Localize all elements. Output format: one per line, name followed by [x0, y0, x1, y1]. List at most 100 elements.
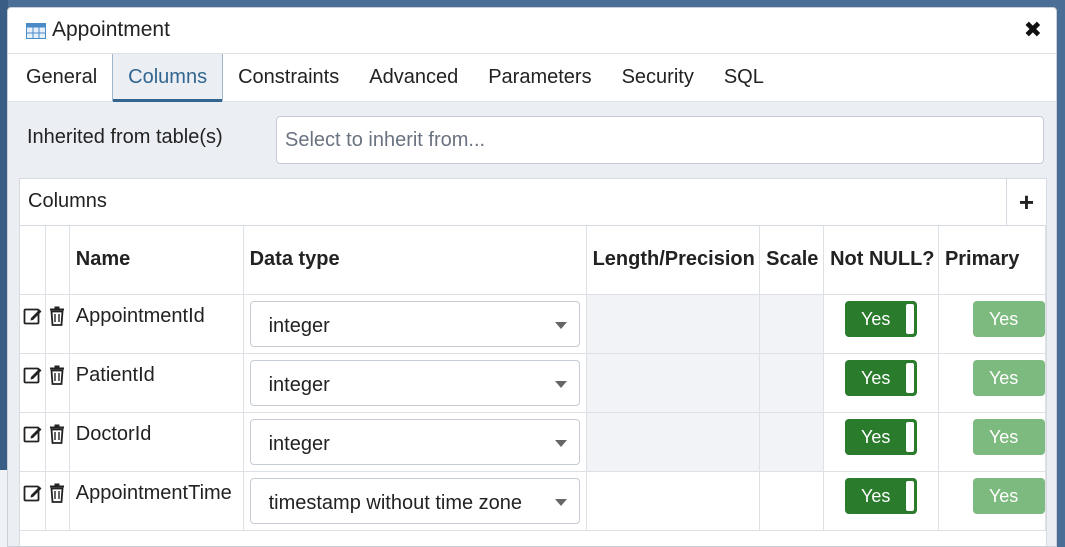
data-type-select[interactable]: timestamp without time zone [249, 477, 580, 524]
data-type-cell: timestamp without time zone [243, 471, 587, 531]
not-null-cell: Yes [823, 353, 939, 413]
length-cell[interactable] [586, 471, 761, 531]
inherit-select[interactable]: Select to inherit from... [276, 116, 1044, 164]
data-type-cell: integer [243, 294, 587, 354]
primary-label: Yes [988, 308, 1019, 329]
edit-icon[interactable] [23, 365, 43, 385]
primary-cell: Yes [938, 412, 1047, 472]
grid-header: Columns + [20, 179, 1046, 226]
tab-advanced[interactable]: Advanced [354, 54, 473, 101]
length-cell[interactable] [586, 294, 761, 354]
table-row: PatientId integer Yes Yes [20, 353, 1047, 413]
not-null-cell: Yes [823, 471, 939, 531]
caret-down-icon [554, 380, 567, 388]
primary-label: Yes [988, 367, 1019, 388]
not-null-cell: Yes [823, 294, 939, 354]
data-type-cell: integer [243, 412, 587, 472]
length-cell[interactable] [586, 412, 761, 472]
not-null-toggle[interactable]: Yes [845, 477, 918, 514]
length-cell[interactable] [586, 353, 761, 413]
scale-cell[interactable] [759, 353, 825, 413]
not-null-toggle[interactable]: Yes [845, 418, 918, 455]
delete-cell [45, 412, 70, 472]
data-type-select[interactable]: integer [249, 359, 580, 406]
header-delete [45, 226, 70, 295]
table-icon [26, 23, 46, 39]
tab-security[interactable]: Security [607, 54, 709, 101]
inherit-row: Inherited from table(s) Select to inheri… [8, 116, 1056, 176]
edit-cell [20, 353, 46, 413]
delete-cell [45, 471, 70, 531]
column-name: AppointmentId [69, 294, 244, 354]
header-length[interactable]: Length/Precision [586, 226, 761, 295]
primary-cell: Yes [938, 471, 1047, 531]
data-type-value: integer [268, 314, 330, 337]
dialog-titlebar: Appointment ✖ [8, 8, 1056, 54]
toggle-knob [906, 303, 915, 334]
appointment-dialog: Appointment ✖ General Columns Constraint… [7, 7, 1057, 547]
column-name-text: PatientId [75, 363, 155, 386]
column-name: PatientId [69, 353, 244, 413]
table-header-row: Name Data type Length/Precision Scale No… [20, 226, 1047, 295]
tab-columns[interactable]: Columns [112, 54, 224, 102]
toggle-knob [906, 362, 915, 393]
header-name[interactable]: Name [69, 226, 244, 295]
edit-icon[interactable] [23, 483, 43, 503]
scale-cell[interactable] [759, 294, 825, 354]
caret-down-icon [554, 498, 567, 506]
trash-icon[interactable] [48, 306, 66, 326]
data-type-select[interactable]: integer [249, 418, 580, 465]
not-null-label: Yes [861, 485, 891, 506]
edit-cell [20, 294, 46, 354]
column-name: DoctorId [69, 412, 244, 472]
scale-cell[interactable] [759, 471, 825, 531]
primary-cell: Yes [938, 353, 1047, 413]
add-column-button[interactable]: + [1006, 179, 1046, 225]
edit-cell [20, 412, 46, 472]
header-primary[interactable]: Primary [938, 226, 1047, 295]
trash-icon[interactable] [48, 483, 66, 503]
scale-cell[interactable] [759, 412, 825, 472]
tab-sql[interactable]: SQL [709, 54, 779, 101]
delete-cell [45, 294, 70, 354]
not-null-label: Yes [861, 426, 891, 447]
toggle-knob [906, 421, 915, 452]
caret-down-icon [554, 321, 567, 329]
table-row: AppointmentId integer Yes Yes [20, 294, 1047, 354]
tab-general[interactable]: General [11, 54, 112, 101]
column-name-text: DoctorId [75, 422, 152, 445]
primary-toggle[interactable]: Yes [972, 359, 1045, 396]
column-name: AppointmentTime [69, 471, 244, 531]
not-null-cell: Yes [823, 412, 939, 472]
not-null-toggle[interactable]: Yes [845, 300, 918, 337]
primary-cell: Yes [938, 294, 1047, 354]
primary-toggle[interactable]: Yes [972, 418, 1045, 455]
table-row: DoctorId integer Yes Yes [20, 412, 1047, 472]
edit-cell [20, 471, 46, 531]
primary-toggle[interactable]: Yes [972, 477, 1045, 514]
tab-parameters[interactable]: Parameters [473, 54, 606, 101]
data-type-cell: integer [243, 353, 587, 413]
delete-cell [45, 353, 70, 413]
data-type-value: timestamp without time zone [268, 491, 523, 514]
not-null-toggle[interactable]: Yes [845, 359, 918, 396]
grid-title: Columns [28, 190, 107, 212]
column-name-text: AppointmentTime [75, 481, 232, 504]
trash-icon[interactable] [48, 424, 66, 444]
header-edit [20, 226, 46, 295]
edit-icon[interactable] [23, 306, 43, 326]
trash-icon[interactable] [48, 365, 66, 385]
header-data-type[interactable]: Data type [243, 226, 587, 295]
not-null-label: Yes [861, 308, 891, 329]
edit-icon[interactable] [23, 424, 43, 444]
header-not-null[interactable]: Not NULL? [823, 226, 939, 295]
tab-constraints[interactable]: Constraints [223, 54, 354, 101]
column-name-text: AppointmentId [75, 304, 205, 327]
header-scale[interactable]: Scale [759, 226, 825, 295]
columns-table: Name Data type Length/Precision Scale No… [20, 226, 1047, 531]
data-type-select[interactable]: integer [249, 300, 580, 347]
data-type-value: integer [268, 432, 330, 455]
close-icon[interactable]: ✖ [1024, 19, 1042, 41]
tab-bar: General Columns Constraints Advanced Par… [8, 54, 1056, 102]
primary-toggle[interactable]: Yes [972, 300, 1045, 337]
